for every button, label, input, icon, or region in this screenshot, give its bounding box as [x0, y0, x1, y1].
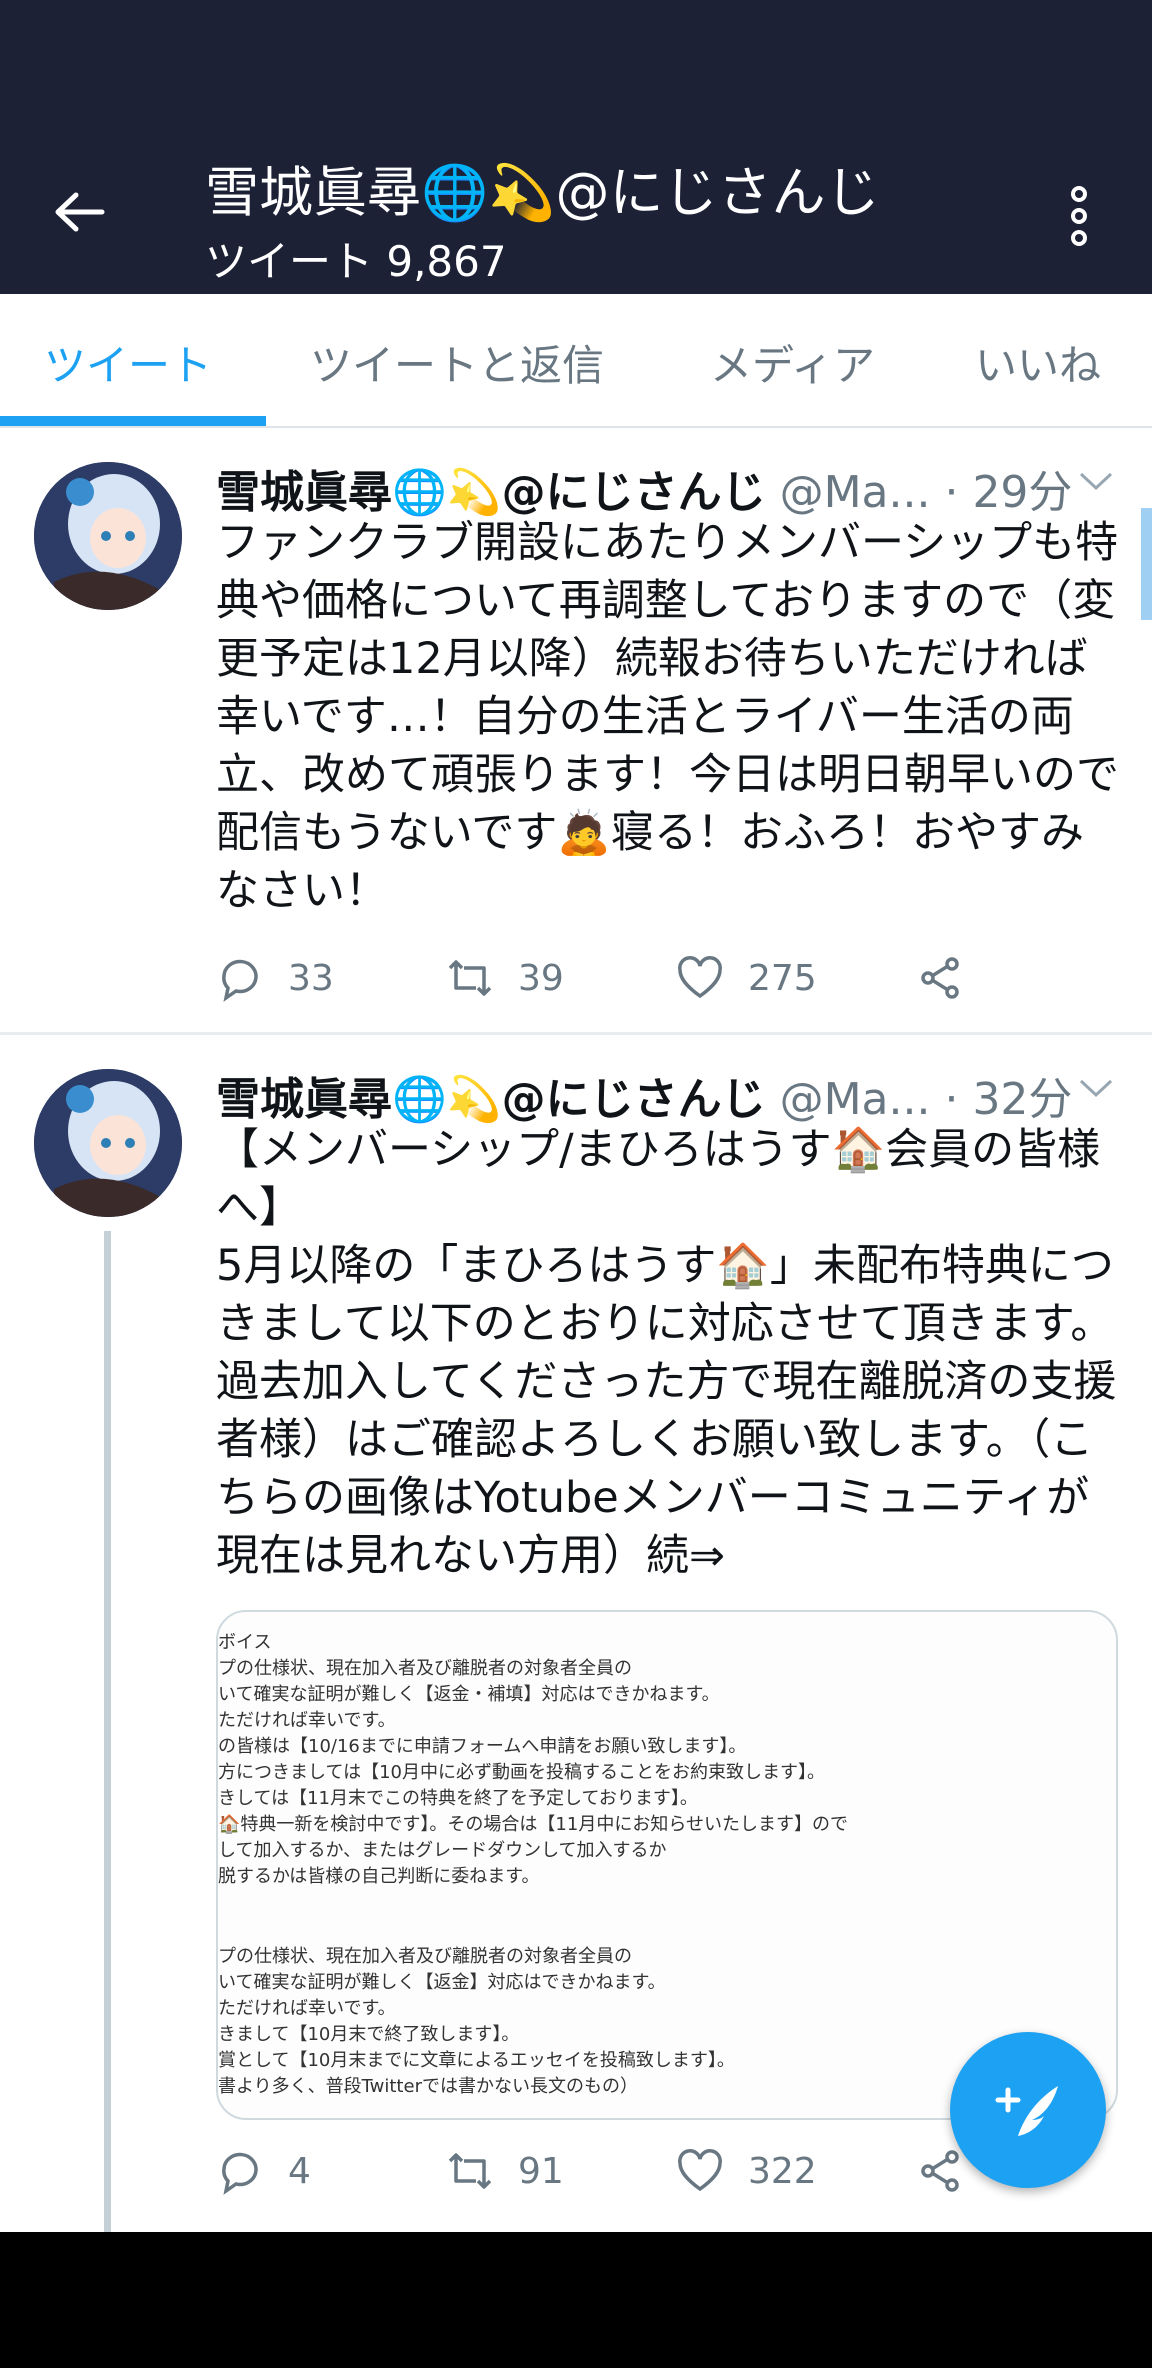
reply-button[interactable]: 33	[216, 948, 334, 1008]
scroll-indicator[interactable]	[1141, 508, 1152, 620]
retweet-count: 39	[518, 957, 564, 999]
tab-tweets-and-replies[interactable]: ツイートと返信	[310, 332, 604, 393]
author-handle: @Ma...	[779, 1074, 931, 1125]
retweet-button[interactable]: 39	[446, 948, 564, 1008]
more-options-icon[interactable]	[1064, 186, 1094, 246]
tweet-actions: 4 91 322	[216, 2141, 976, 2201]
compose-tweet-button[interactable]	[950, 2032, 1106, 2188]
tweet-time: · 29分	[944, 467, 1073, 518]
retweet-icon	[448, 960, 492, 996]
thread-line	[104, 1231, 111, 2232]
heart-icon	[678, 956, 722, 999]
share-icon	[921, 957, 959, 999]
image-text-line: して加入するか、またはグレードダウンして加入するか	[218, 1840, 667, 1861]
image-text-line: プの仕様状、現在加入者及び離脱者の対象者全員の	[218, 1946, 632, 1967]
reply-icon	[222, 2152, 258, 2195]
chevron-down-icon[interactable]	[1078, 1077, 1114, 1101]
tweet-header: 雪城眞尋🌐💫@にじさんじ @Ma... · 32分	[216, 1063, 1072, 1127]
author-name[interactable]: 雪城眞尋🌐💫@にじさんじ	[216, 1074, 766, 1125]
like-count: 322	[748, 2150, 817, 2192]
retweet-button[interactable]: 91	[446, 2141, 564, 2201]
avatar[interactable]	[34, 462, 182, 610]
chevron-down-icon[interactable]	[1078, 470, 1114, 494]
avatar[interactable]	[34, 1069, 182, 1217]
image-text-line: ただければ幸いです。	[218, 1710, 396, 1731]
image-text-line: プの仕様状、現在加入者及び離脱者の対象者全員の	[218, 1658, 632, 1679]
reply-count: 4	[288, 2150, 311, 2192]
back-arrow-icon[interactable]	[52, 185, 106, 239]
heart-icon	[678, 2149, 722, 2192]
retweet-count: 91	[518, 2150, 564, 2192]
tweet-image[interactable]: ボイス プの仕様状、現在加入者及び離脱者の対象者全員の いて確実な証明が難しく【…	[216, 1610, 1118, 2120]
like-button[interactable]: 322	[676, 2141, 817, 2201]
image-text-line: いて確実な証明が難しく【返金】対応はできかねます。	[218, 1972, 666, 1993]
image-text-line: の皆様は【10/16までに申請フォームへ申請をお願い致します】。	[218, 1736, 747, 1757]
image-text-line: 方につきましては【10月中に必ず動画を投稿することをお約束致します】。	[218, 1762, 826, 1783]
tab-media[interactable]: メディア	[710, 332, 875, 393]
image-text-line: きまして【10月末で終了致します】。	[218, 2024, 520, 2045]
image-text-line: きしては【11月末でこの特典を終了を予定しております】。	[218, 1788, 698, 1809]
tweet-header: 雪城眞尋🌐💫@にじさんじ @Ma... · 29分	[216, 456, 1072, 520]
like-count: 275	[748, 957, 817, 999]
image-text-line: いて確実な証明が難しく【返金・補填】対応はできかねます。	[218, 1684, 720, 1705]
compose-feather-icon	[995, 2086, 1058, 2136]
tweet-count: ツイート 9,867	[205, 237, 507, 286]
share-button[interactable]	[916, 948, 988, 1008]
tweet-time: · 32分	[944, 1074, 1073, 1125]
image-text-line: 賞として【10月末までに文章によるエッセイを投稿致します】。	[218, 2050, 735, 2071]
image-text-line: 書より多く、普段Twitterでは書かない長文のもの）	[218, 2076, 638, 2097]
active-tab-indicator	[0, 416, 266, 426]
tweet-text: ファンクラブ開設にあたりメンバーシップも特典や価格について再調整しておりますので…	[216, 518, 1119, 916]
reply-count: 33	[288, 957, 334, 999]
image-text-line: 🏠特典一新を検討中です】。その場合は【11月中にお知らせいたします】ので	[218, 1814, 848, 1835]
reply-icon	[222, 959, 258, 1002]
retweet-icon	[448, 2153, 492, 2189]
profile-header: 雪城眞尋🌐💫@にじさんじ ツイート 9,867	[0, 0, 1152, 294]
tab-tweets[interactable]: ツイート	[44, 332, 212, 393]
tab-likes[interactable]: いいね	[975, 332, 1101, 393]
share-icon	[921, 2150, 959, 2192]
tweet-item[interactable]: 雪城眞尋🌐💫@にじさんじ @Ma... · 29分 ファンクラブ開設にあたりメン…	[0, 428, 1152, 1032]
profile-title: 雪城眞尋🌐💫@にじさんじ	[205, 161, 880, 224]
like-button[interactable]: 275	[676, 948, 817, 1008]
profile-tabs: ツイート ツイートと返信 メディア いいね	[0, 294, 1152, 428]
reply-button[interactable]: 4	[216, 2141, 311, 2201]
image-text-line: ただければ幸いです。	[218, 1998, 396, 2019]
author-handle: @Ma...	[779, 467, 931, 518]
image-text-line: 脱するかは皆様の自己判断に委ねます。	[218, 1866, 540, 1887]
tweet-text: 【メンバーシップ/まひろはうす🏠会員の皆様へ】 5月以降の「まひろはうす🏠」未配…	[216, 1125, 1117, 1581]
image-text-line: ボイス	[218, 1632, 272, 1653]
tweet-actions: 33 39 275	[216, 948, 976, 1008]
author-name[interactable]: 雪城眞尋🌐💫@にじさんじ	[216, 467, 766, 518]
